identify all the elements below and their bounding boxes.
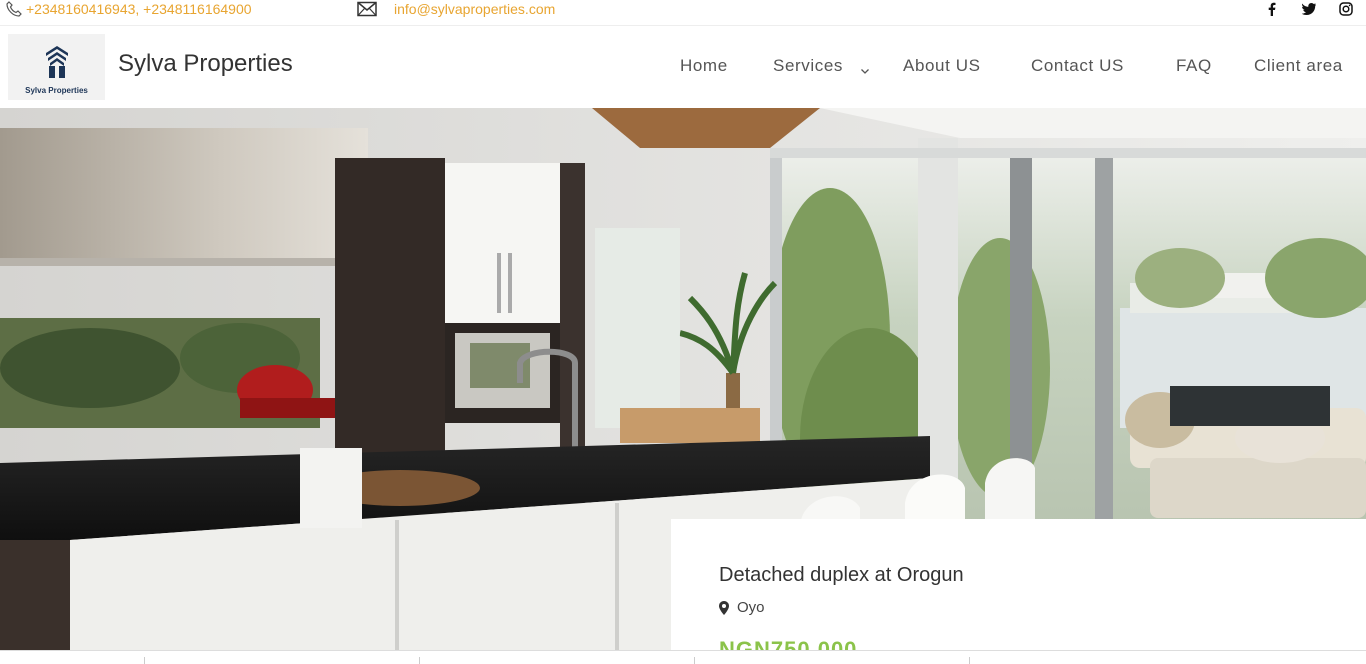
nav-faq[interactable]: FAQ (1176, 56, 1212, 76)
contact-bar: +2348160416943, +2348116164900 info@sylv… (0, 0, 1366, 26)
twitter-icon[interactable] (1302, 0, 1316, 18)
divider (144, 657, 145, 664)
nav-services[interactable]: Services (773, 56, 843, 76)
logo-caption: Sylva Properties (25, 86, 88, 95)
facebook-icon[interactable] (1268, 0, 1276, 18)
property-location-text: Oyo (737, 599, 765, 616)
bottom-filter-bar (0, 650, 1366, 664)
brand-name[interactable]: Sylva Properties (118, 50, 293, 78)
property-title[interactable]: Detached duplex at Orogun (719, 564, 964, 587)
chevron-down-icon[interactable] (860, 62, 870, 80)
instagram-icon[interactable] (1339, 0, 1353, 18)
nav-about[interactable]: About US (903, 56, 981, 76)
envelope-icon (357, 0, 377, 18)
logo[interactable]: Sylva Properties (8, 34, 105, 100)
property-location: Oyo (719, 599, 765, 616)
nav-contact[interactable]: Contact US (1031, 56, 1124, 76)
property-card[interactable]: Detached duplex at Orogun Oyo NGN750,000 (671, 519, 1366, 662)
building-logo-icon (46, 46, 68, 83)
phone-icon (6, 0, 22, 18)
phone-numbers[interactable]: +2348160416943, +2348116164900 (26, 0, 252, 18)
site-header: Sylva Properties Sylva Properties Home S… (0, 26, 1366, 108)
email-link[interactable]: info@sylvaproperties.com (394, 0, 555, 18)
nav-client-area[interactable]: Client area (1254, 56, 1343, 76)
divider (419, 657, 420, 664)
nav-home[interactable]: Home (680, 56, 728, 76)
divider (694, 657, 695, 664)
divider (969, 657, 970, 664)
map-pin-icon (719, 600, 729, 615)
